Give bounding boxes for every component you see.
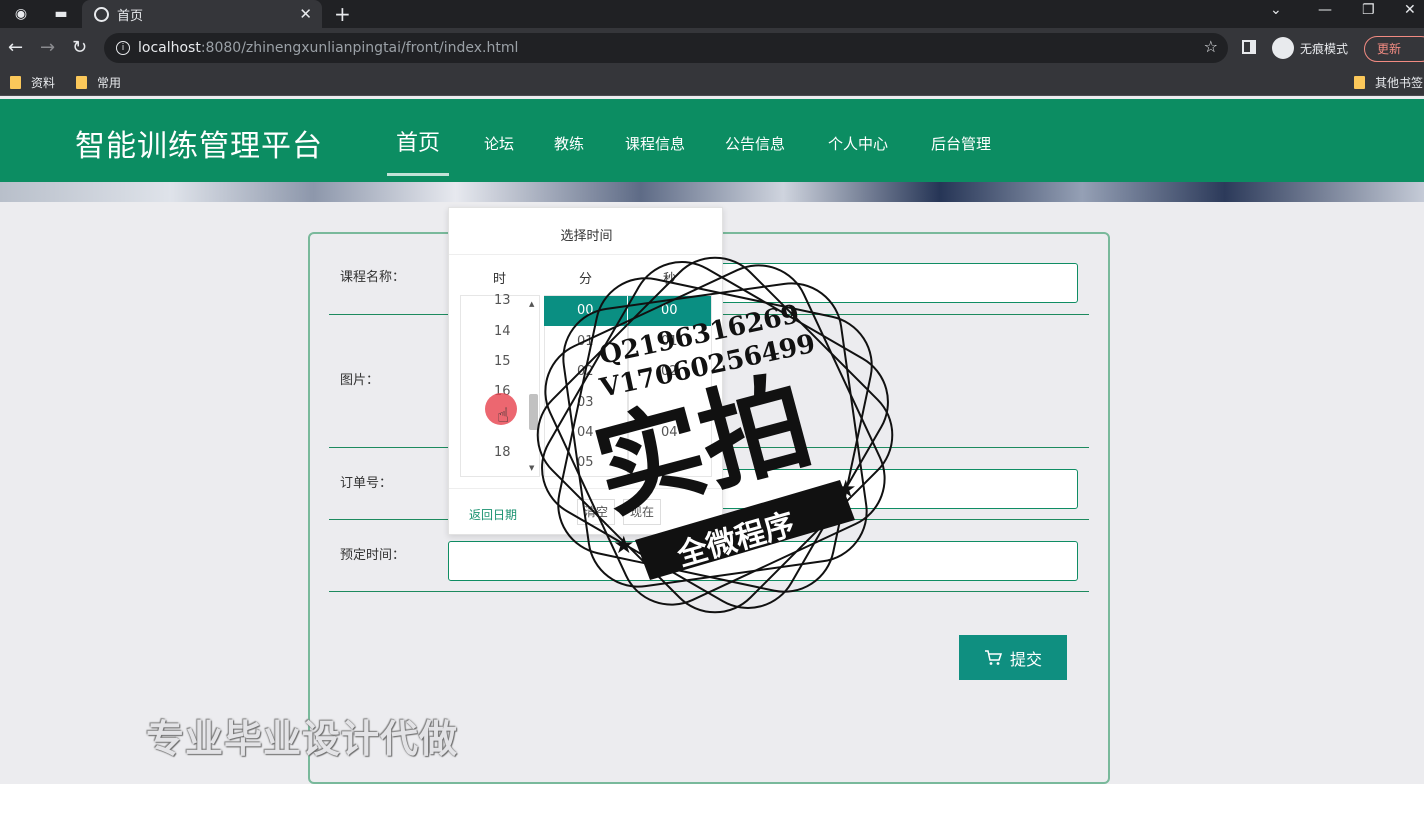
hour-option[interactable]: 18 xyxy=(494,445,511,460)
second-option[interactable]: 04 xyxy=(661,425,678,440)
site-header: 智能训练管理平台 首页 论坛 教练 课程信息 公告信息 个人中心 后台管理 xyxy=(0,99,1424,182)
nav-personal-center[interactable]: 个人中心 xyxy=(828,133,888,154)
update-button[interactable]: 更新 xyxy=(1364,36,1424,62)
browser-tab-bar: ◉ ▬ 首页 ✕ + ⌄ — ❐ ✕ xyxy=(0,0,1424,28)
address-bar[interactable]: i localhost :8080/zhinengxunlianpingtai/… xyxy=(104,33,1228,63)
bookmark-star-icon[interactable]: ☆ xyxy=(1204,37,1218,56)
hand-cursor-icon: ☝ xyxy=(497,403,510,427)
minimize-icon[interactable]: — xyxy=(1318,2,1332,18)
minute-option[interactable]: 05 xyxy=(577,455,594,470)
clear-button[interactable]: 清空 xyxy=(577,499,616,525)
hour-option[interactable]: 15 xyxy=(494,354,511,369)
watermark-text: 专业毕业设计代做 xyxy=(146,717,459,761)
url-host: localhost xyxy=(138,40,201,56)
nav-course-info[interactable]: 课程信息 xyxy=(625,133,685,154)
other-bookmarks[interactable]: 其他书签 xyxy=(1354,74,1423,91)
cart-icon xyxy=(984,649,1002,665)
side-panel-icon[interactable] xyxy=(1242,40,1256,54)
tab-title: 首页 xyxy=(117,8,144,24)
image-label: 图片： xyxy=(340,373,380,388)
folder-icon xyxy=(76,76,87,89)
browser-tab[interactable]: 首页 ✕ xyxy=(82,0,322,28)
now-button[interactable]: 现在 xyxy=(623,499,662,525)
tab-search-icon[interactable]: ◉ xyxy=(10,4,32,24)
restore-icon[interactable]: ❐ xyxy=(1362,2,1375,18)
hour-column-header: 时 xyxy=(493,272,507,287)
bookmark-label: 资料 xyxy=(31,76,56,90)
minute-option[interactable]: 03 xyxy=(577,395,594,410)
second-column-header: 秒 xyxy=(663,272,677,287)
nav-announcement[interactable]: 公告信息 xyxy=(725,133,785,154)
banner-image xyxy=(0,182,1424,202)
divider xyxy=(329,591,1089,592)
course-name-label: 课程名称： xyxy=(340,270,406,285)
hour-option[interactable]: 14 xyxy=(494,324,511,339)
window-close-icon[interactable]: ✕ xyxy=(1404,2,1416,18)
time-picker-popup: 选择时间 时 分 秒 13 14 15 16 18 00 00 01 02 03… xyxy=(448,207,724,535)
incognito-icon[interactable] xyxy=(1272,37,1294,59)
second-option[interactable]: 01 xyxy=(661,334,678,349)
nav-admin[interactable]: 后台管理 xyxy=(931,133,991,154)
order-no-label: 订单号： xyxy=(340,476,393,491)
nav-coach[interactable]: 教练 xyxy=(554,133,584,154)
hour-scrollbar[interactable] xyxy=(527,296,539,476)
forward-icon[interactable]: → xyxy=(40,37,55,58)
site-logo: 智能训练管理平台 xyxy=(75,129,323,164)
selected-second[interactable]: 00 xyxy=(661,303,678,318)
hour-option[interactable]: 13 xyxy=(494,293,511,308)
minute-option[interactable]: 02 xyxy=(577,364,594,379)
incognito-label: 无痕模式 xyxy=(1300,42,1349,56)
bookmark-label: 其他书签 xyxy=(1375,76,1424,90)
url-path: :8080/zhinengxunlianpingtai/front/index.… xyxy=(200,40,519,56)
submit-label: 提交 xyxy=(1009,649,1042,669)
bookmark-folder[interactable]: 常用 xyxy=(76,74,121,91)
booking-time-input[interactable] xyxy=(448,541,1078,581)
booking-time-label: 预定时间： xyxy=(340,548,406,563)
update-label: 更新 xyxy=(1377,42,1402,56)
bookmark-folder[interactable]: 资料 xyxy=(10,74,55,91)
minute-option[interactable]: 04 xyxy=(577,425,594,440)
new-tab-icon[interactable]: + xyxy=(334,2,351,26)
globe-icon xyxy=(94,6,109,22)
browser-toolbar: ← → ↻ i localhost :8080/zhinengxunlianpi… xyxy=(0,28,1424,68)
minute-column-header: 分 xyxy=(579,272,593,287)
close-tab-icon[interactable]: ✕ xyxy=(299,5,312,23)
bookmark-label: 常用 xyxy=(97,76,122,90)
back-icon[interactable]: ← xyxy=(8,37,23,58)
nav-forum[interactable]: 论坛 xyxy=(484,133,514,154)
minute-option[interactable]: 01 xyxy=(577,334,594,349)
divider xyxy=(449,254,724,255)
tab-list-chevron-icon[interactable]: ⌄ xyxy=(1270,2,1282,18)
divider xyxy=(449,488,724,489)
reload-icon[interactable]: ↻ xyxy=(72,37,87,58)
time-picker-title: 选择时间 xyxy=(560,229,613,244)
second-option[interactable]: 02 xyxy=(661,364,678,379)
page-footer xyxy=(0,784,1424,820)
scrollbar-thumb[interactable] xyxy=(529,394,538,430)
nav-active-indicator xyxy=(387,173,449,176)
nav-home[interactable]: 首页 xyxy=(396,125,440,157)
folder-icon xyxy=(10,76,21,89)
back-to-date-link[interactable]: 返回日期 xyxy=(469,506,517,523)
scroll-up-icon[interactable]: ▲ xyxy=(529,300,534,308)
scroll-down-icon[interactable]: ▼ xyxy=(529,464,534,472)
bookmarks-bar: 资料 常用 其他书签 xyxy=(0,68,1424,96)
submit-button[interactable]: 提交 xyxy=(959,635,1067,680)
divider xyxy=(627,296,628,326)
info-icon[interactable]: i xyxy=(116,41,130,55)
tab-group-icon[interactable]: ▬ xyxy=(50,4,72,24)
folder-icon xyxy=(1354,76,1365,89)
selected-minute[interactable]: 00 xyxy=(577,303,594,318)
